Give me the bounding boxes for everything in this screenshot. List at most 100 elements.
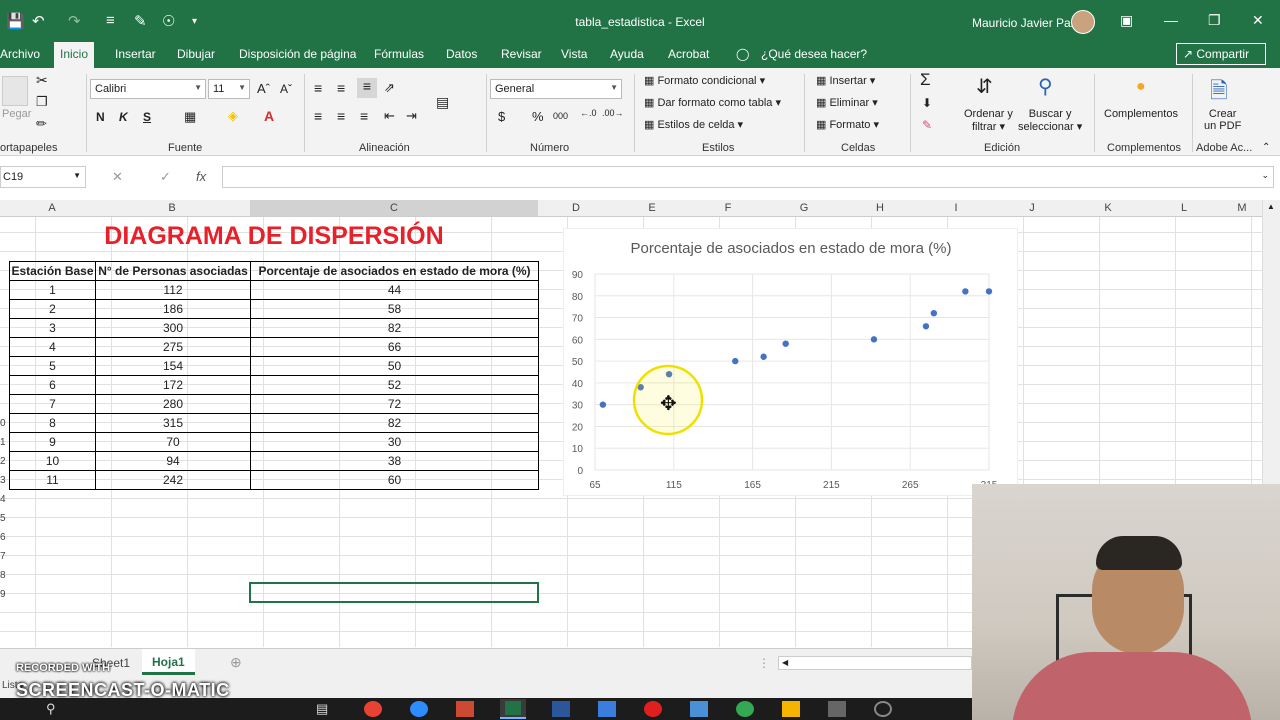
cell[interactable]: 2 (9, 299, 96, 319)
col-header-a[interactable]: A (10, 202, 94, 214)
excel-icon[interactable] (505, 701, 521, 715)
row-number[interactable]: 0 (0, 418, 8, 429)
cell[interactable]: 60 (250, 470, 539, 490)
cell[interactable]: 8 (9, 413, 96, 433)
number-format-select[interactable]: General ▼ (490, 79, 622, 99)
align-top-icon[interactable]: ≡ (314, 80, 322, 96)
scroll-left-icon[interactable]: ◀ (782, 658, 788, 667)
decrease-indent-icon[interactable]: ⇤ (384, 108, 395, 124)
tab-archivo[interactable]: Archivo (0, 47, 40, 61)
currency-icon[interactable]: $ (498, 109, 505, 124)
row-number[interactable]: 4 (0, 494, 8, 505)
vertical-scrollbar[interactable]: ▲ (1262, 200, 1280, 484)
underline-button[interactable]: S (143, 110, 151, 124)
maximize-icon[interactable]: ❐ (1208, 12, 1221, 29)
col-header-e[interactable]: E (614, 202, 690, 214)
data-point[interactable] (599, 401, 607, 408)
align-bottom-icon[interactable]: ≡ (357, 78, 377, 98)
sort-filter-icon[interactable]: ⇵ (976, 74, 993, 99)
collapse-ribbon-icon[interactable]: ⌃ (1262, 142, 1270, 153)
align-center-icon[interactable]: ≡ (337, 108, 345, 124)
data-point[interactable] (962, 288, 969, 295)
comma-style-icon[interactable]: 000 (553, 111, 568, 121)
orientation-icon[interactable]: ⇗ (384, 80, 395, 96)
app-icon[interactable] (828, 701, 846, 717)
cell[interactable]: 4 (9, 337, 96, 357)
cell[interactable]: 280 (95, 394, 251, 414)
powerpoint-icon[interactable] (456, 701, 474, 717)
data-point[interactable] (930, 310, 938, 317)
cell[interactable]: 70 (95, 432, 251, 452)
col-header-i[interactable]: I (918, 202, 994, 214)
enter-icon[interactable]: ✓ (160, 169, 171, 185)
insert-function-icon[interactable]: fx (196, 169, 206, 184)
header-porcentaje[interactable]: Porcentaje de asociados en estado de mor… (250, 261, 539, 281)
col-header-l[interactable]: L (1146, 202, 1222, 214)
user-name[interactable]: Mauricio Javier Paz (972, 16, 1077, 30)
borders-icon[interactable]: ▦ (184, 109, 196, 125)
cell[interactable]: 82 (250, 318, 539, 338)
cell[interactable]: 52 (250, 375, 539, 395)
tab-splitter-icon[interactable]: ⋮ (758, 656, 770, 670)
avatar[interactable] (1071, 10, 1095, 34)
col-header-k[interactable]: K (1070, 202, 1146, 214)
conditional-format-button[interactable]: ▦ Formato condicional ▾ (644, 74, 765, 87)
align-middle-icon[interactable]: ≡ (337, 80, 345, 96)
cell[interactable]: 3 (9, 318, 96, 338)
row-number[interactable]: 9 (0, 589, 8, 600)
cell[interactable]: 1 (9, 280, 96, 300)
cell[interactable]: 38 (250, 451, 539, 471)
tab-dibujar[interactable]: Dibujar (177, 47, 215, 61)
decrease-decimal-icon[interactable]: .00→ (602, 108, 624, 118)
tell-me-search[interactable]: ¿Qué desea hacer? (761, 47, 867, 61)
tab-datos[interactable]: Datos (446, 47, 477, 61)
cell-styles-button[interactable]: ▦ Estilos de celda ▾ (644, 118, 743, 131)
paste-icon[interactable] (2, 76, 28, 106)
onedrive-icon[interactable] (598, 701, 616, 717)
cell[interactable]: 94 (95, 451, 251, 471)
fill-icon[interactable]: ⬇ (922, 96, 932, 110)
pdf-icon[interactable]: 🗎 (1210, 74, 1228, 112)
cell[interactable]: 300 (95, 318, 251, 338)
create-pdf-button[interactable]: Crear un PDF (1204, 108, 1241, 132)
data-point[interactable] (760, 353, 767, 360)
acrobat-icon[interactable] (644, 701, 662, 717)
align-right-icon[interactable]: ≡ (360, 108, 368, 124)
sort-filter-button[interactable]: Ordenar y filtrar ▾ (964, 108, 1013, 133)
data-point[interactable] (985, 288, 993, 295)
italic-button[interactable]: K (119, 110, 128, 124)
cell[interactable]: 6 (9, 375, 96, 395)
addins-icon[interactable]: ● (1136, 78, 1146, 96)
tab-revisar[interactable]: Revisar (501, 47, 542, 61)
add-sheet-icon[interactable]: ⊕ (230, 654, 242, 671)
clear-icon[interactable]: ✎ (922, 118, 932, 132)
bold-button[interactable]: N (96, 110, 105, 124)
cell[interactable]: 44 (250, 280, 539, 300)
tab-insertar[interactable]: Insertar (115, 47, 156, 61)
cell[interactable]: 172 (95, 375, 251, 395)
wrap-text-icon[interactable]: ▤ (436, 94, 449, 111)
cancel-icon[interactable]: ✕ (112, 169, 123, 185)
format-as-table-button[interactable]: ▦ Dar formato como tabla ▾ (644, 96, 781, 109)
zoom-icon[interactable] (410, 701, 428, 717)
copy-icon[interactable]: ❐ (36, 94, 48, 110)
cut-icon[interactable]: ✂ (36, 72, 48, 89)
sheet-tab-hoja1[interactable]: Hoja1 (142, 649, 195, 675)
tab-ayuda[interactable]: Ayuda (610, 47, 644, 61)
cell[interactable]: 154 (95, 356, 251, 376)
autosum-icon[interactable]: Σ (920, 70, 931, 90)
cell[interactable]: 5 (9, 356, 96, 376)
cell[interactable]: 186 (95, 299, 251, 319)
cell[interactable]: 58 (250, 299, 539, 319)
data-point[interactable] (782, 340, 789, 347)
header-estacion[interactable]: Estación Base (9, 261, 96, 281)
col-header-f[interactable]: F (690, 202, 766, 214)
cell[interactable]: 11 (9, 470, 96, 490)
cell[interactable]: 275 (95, 337, 251, 357)
addins-button[interactable]: Complementos (1104, 108, 1178, 120)
increase-indent-icon[interactable]: ⇥ (406, 108, 417, 124)
close-icon[interactable]: ✕ (1252, 12, 1264, 29)
minimize-icon[interactable]: — (1164, 12, 1178, 28)
percent-icon[interactable]: % (532, 109, 544, 124)
tab-disposicion[interactable]: Disposición de página (239, 47, 356, 61)
